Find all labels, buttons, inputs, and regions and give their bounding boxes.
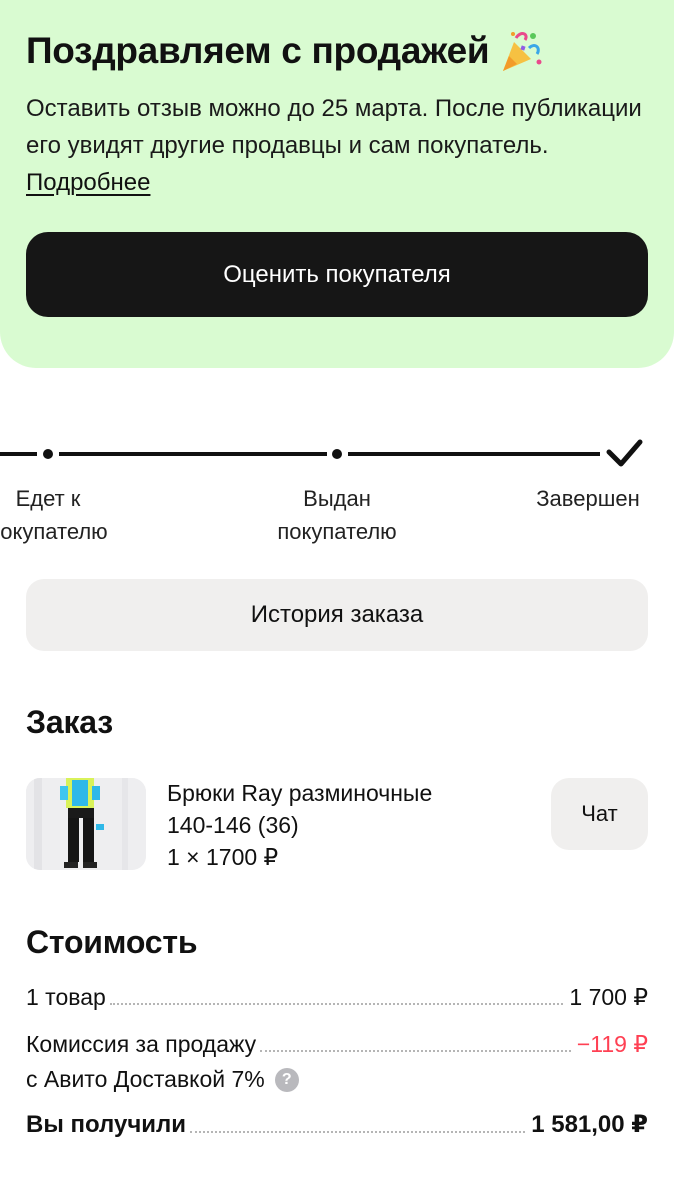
rate-buyer-button[interactable]: Оценить покупателя — [26, 232, 648, 317]
progress-dot-delivering — [43, 449, 53, 459]
product-name[interactable]: Брюки Ray разминочные — [167, 777, 432, 809]
product-info: Брюки Ray разминочные 140-146 (36) 1 × 1… — [167, 777, 432, 873]
step-label-delivering: Едет к покупателю — [0, 486, 108, 544]
help-icon[interactable]: ? — [274, 1067, 299, 1092]
banner-title-text: Поздравляем с продажей — [26, 30, 490, 71]
cost-row-items: 1 товар 1 700 ₽ — [26, 984, 648, 1011]
product-size: 140-146 (36) — [167, 812, 299, 838]
banner-description: Оставить отзыв можно до 25 марта. После … — [26, 90, 646, 201]
cost-row-commission: Комиссия за продажу −119 ₽ — [26, 1031, 648, 1058]
step-label-completed: Завершен — [536, 486, 640, 511]
product-quantity-price: 1 × 1700 ₽ — [167, 844, 279, 870]
progress-dot-handed — [332, 449, 342, 459]
order-history-button[interactable]: История заказа — [26, 579, 648, 651]
commission-sub-label: с Авито Доставкой 7% ? — [26, 1066, 299, 1093]
details-link[interactable]: Подробнее — [26, 169, 150, 196]
cost-label: Вы получили — [26, 1111, 187, 1138]
party-popper-icon — [499, 28, 545, 74]
cost-label: Комиссия за продажу — [26, 1031, 257, 1057]
order-progress-track — [0, 439, 643, 467]
product-image[interactable] — [26, 778, 146, 870]
banner-title: Поздравляем с продажей — [26, 28, 545, 74]
checkmark-icon — [606, 439, 643, 467]
dot-leader — [109, 1003, 564, 1005]
cost-row-total: Вы получили 1 581,00 ₽ — [26, 1110, 648, 1139]
dot-leader — [190, 1131, 526, 1133]
cost-label: 1 товар — [26, 984, 106, 1010]
cost-value: −119 ₽ — [576, 1031, 648, 1057]
commission-rate-text: с Авито Доставкой 7% — [26, 1066, 265, 1092]
order-section-title: Заказ — [26, 704, 113, 740]
dot-leader — [260, 1050, 571, 1052]
banner-description-text: Оставить отзыв можно до 25 марта. После … — [26, 95, 642, 159]
cost-section-title: Стоимость — [26, 924, 198, 960]
cost-value: 1 700 ₽ — [569, 984, 648, 1010]
cost-value: 1 581,00 ₽ — [531, 1111, 648, 1138]
chat-button[interactable]: Чат — [551, 778, 648, 850]
step-label-handed: Выдан покупателю — [277, 486, 397, 544]
